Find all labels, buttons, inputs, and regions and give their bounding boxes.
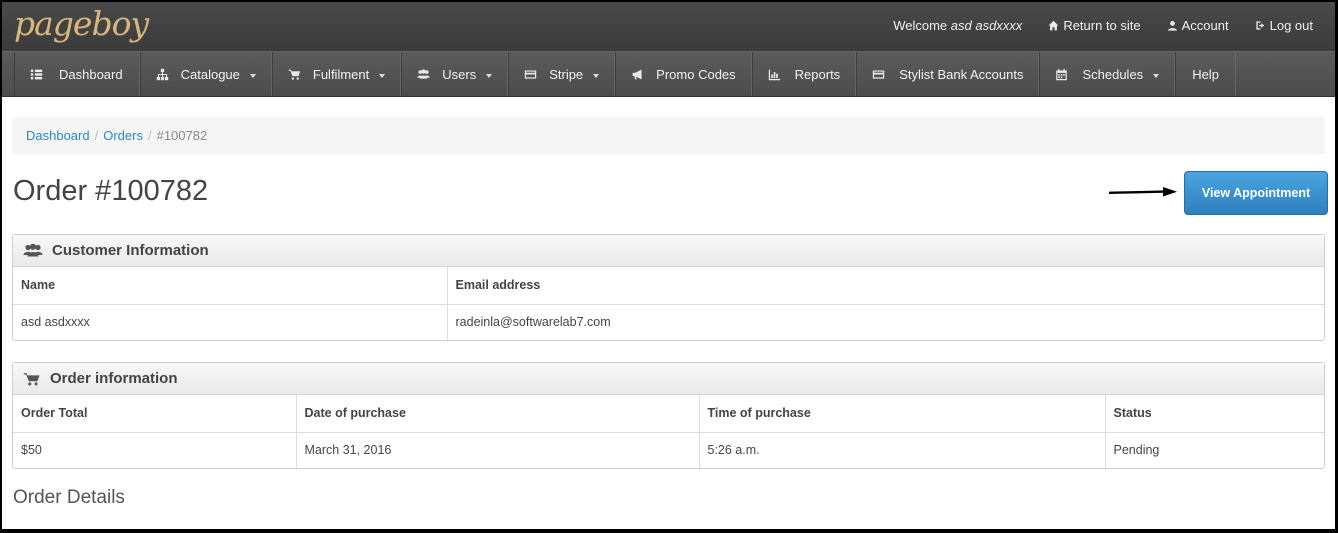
chevron-down-icon xyxy=(593,73,600,78)
user-icon xyxy=(1167,21,1177,31)
nav-dashboard[interactable]: Dashboard xyxy=(14,52,140,96)
log-out-link[interactable]: Log out xyxy=(1255,18,1313,33)
view-appointment-button[interactable]: View Appointment xyxy=(1184,171,1328,215)
nav-dashboard-label: Dashboard xyxy=(59,66,123,82)
order-total: $50 xyxy=(13,432,297,468)
nav-stripe[interactable]: Stripe xyxy=(508,52,616,96)
home-icon xyxy=(1049,20,1059,31)
nav-help[interactable]: Help xyxy=(1175,52,1236,96)
breadcrumb: Dashboard / Orders / #100782 xyxy=(12,117,1325,154)
order-information-panel: Order information Order Total Date of pu… xyxy=(12,362,1325,469)
breadcrumb-dashboard-link[interactable]: Dashboard xyxy=(26,128,90,143)
list-icon xyxy=(30,69,43,79)
order-status: Pending xyxy=(1113,443,1160,458)
top-links: Welcome asd asdxxxx Return to site Accou… xyxy=(893,18,1313,33)
account-label: Account xyxy=(1181,18,1229,33)
users-icon xyxy=(23,243,43,256)
column-header-status: Status xyxy=(1105,395,1324,433)
nav-reports-label: Reports xyxy=(794,66,841,82)
nav-users[interactable]: Users xyxy=(401,52,509,96)
main-nav: Dashboard Catalogue Fulfilment Users Str… xyxy=(2,51,1335,97)
chevron-down-icon xyxy=(379,73,386,78)
nav-fulfilment-label: Fulfilment xyxy=(312,66,370,82)
users-icon xyxy=(417,68,430,79)
sitemap-icon xyxy=(156,68,168,80)
breadcrumb-current: #100782 xyxy=(156,128,208,143)
table-row: $50 March 31, 2016 5:26 a.m. Pending xyxy=(13,432,1324,468)
nav-schedules[interactable]: Schedules xyxy=(1039,52,1176,96)
customer-table: Name Email address asd asdxxxx radeinla@… xyxy=(13,267,1324,340)
column-header-name: Name xyxy=(13,267,448,305)
order-information-header: Order information xyxy=(13,363,1324,395)
nav-stylist-bank-accounts-label: Stylist Bank Accounts xyxy=(899,66,1024,82)
pageboy-logo[interactable]: pageboy xyxy=(14,4,149,43)
cart-icon xyxy=(23,372,40,385)
nav-stripe-label: Stripe xyxy=(549,66,584,82)
welcome-user: asd asdxxxx xyxy=(950,18,1023,33)
log-out-label: Log out xyxy=(1269,18,1313,33)
main-content: Dashboard / Orders / #100782 Order #1007… xyxy=(2,117,1335,509)
chevron-down-icon xyxy=(249,73,256,78)
nav-catalogue-label: Catalogue xyxy=(180,66,240,82)
nav-schedules-label: Schedules xyxy=(1082,66,1144,82)
welcome-message: Welcome asd asdxxxx xyxy=(893,18,1022,33)
top-bar: pageboy Welcome asd asdxxxx Return to si… xyxy=(2,2,1335,51)
arrow-right-icon xyxy=(1109,187,1177,197)
credit-card-icon xyxy=(873,69,885,79)
customer-information-header: Customer Information xyxy=(13,235,1324,267)
column-header-email: Email address xyxy=(447,267,1324,305)
chevron-down-icon xyxy=(486,73,493,78)
title-row: Order #100782 View Appointment xyxy=(12,154,1328,234)
return-to-site-link[interactable]: Return to site xyxy=(1048,18,1141,33)
calendar-icon xyxy=(1056,68,1068,80)
bullhorn-icon xyxy=(632,69,642,79)
nav-reports[interactable]: Reports xyxy=(751,52,857,96)
customer-name: asd asdxxxx xyxy=(13,304,448,340)
nav-fulfilment[interactable]: Fulfilment xyxy=(271,52,402,96)
nav-stylist-bank-accounts[interactable]: Stylist Bank Accounts xyxy=(856,52,1040,96)
order-time: 5:26 a.m. xyxy=(699,432,1106,468)
cart-icon xyxy=(288,69,301,80)
customer-email: radeinla@softwarelab7.com xyxy=(455,315,611,330)
account-link[interactable]: Account xyxy=(1167,18,1229,33)
bar-chart-icon xyxy=(768,69,780,80)
breadcrumb-orders-link[interactable]: Orders xyxy=(103,128,143,143)
app-window: pageboy Welcome asd asdxxxx Return to si… xyxy=(2,2,1335,529)
breadcrumb-separator: / xyxy=(94,128,99,143)
order-details-heading: Order Details xyxy=(13,487,125,508)
column-header-time-of-purchase: Time of purchase xyxy=(699,395,1106,433)
column-header-date-of-purchase: Date of purchase xyxy=(296,395,700,433)
breadcrumb-separator: / xyxy=(147,128,152,143)
table-row: asd asdxxxx radeinla@softwarelab7.com xyxy=(13,304,1324,340)
chevron-down-icon xyxy=(1153,73,1160,78)
return-to-site-label: Return to site xyxy=(1063,18,1141,33)
credit-card-icon xyxy=(525,69,537,79)
page-title: Order #100782 xyxy=(13,175,209,207)
nav-users-label: Users xyxy=(442,66,477,82)
welcome-prefix: Welcome xyxy=(893,18,948,33)
nav-promo-codes[interactable]: Promo Codes xyxy=(615,52,752,96)
nav-help-label: Help xyxy=(1192,66,1219,82)
order-table: Order Total Date of purchase Time of pur… xyxy=(13,395,1324,468)
customer-information-panel: Customer Information Name Email address … xyxy=(12,234,1325,341)
nav-catalogue[interactable]: Catalogue xyxy=(139,52,272,96)
column-header-order-total: Order Total xyxy=(13,395,297,433)
order-date: March 31, 2016 xyxy=(296,432,700,468)
order-information-title: Order information xyxy=(50,370,178,387)
log-out-icon xyxy=(1256,21,1264,30)
customer-information-title: Customer Information xyxy=(52,242,209,259)
nav-promo-codes-label: Promo Codes xyxy=(656,66,736,82)
